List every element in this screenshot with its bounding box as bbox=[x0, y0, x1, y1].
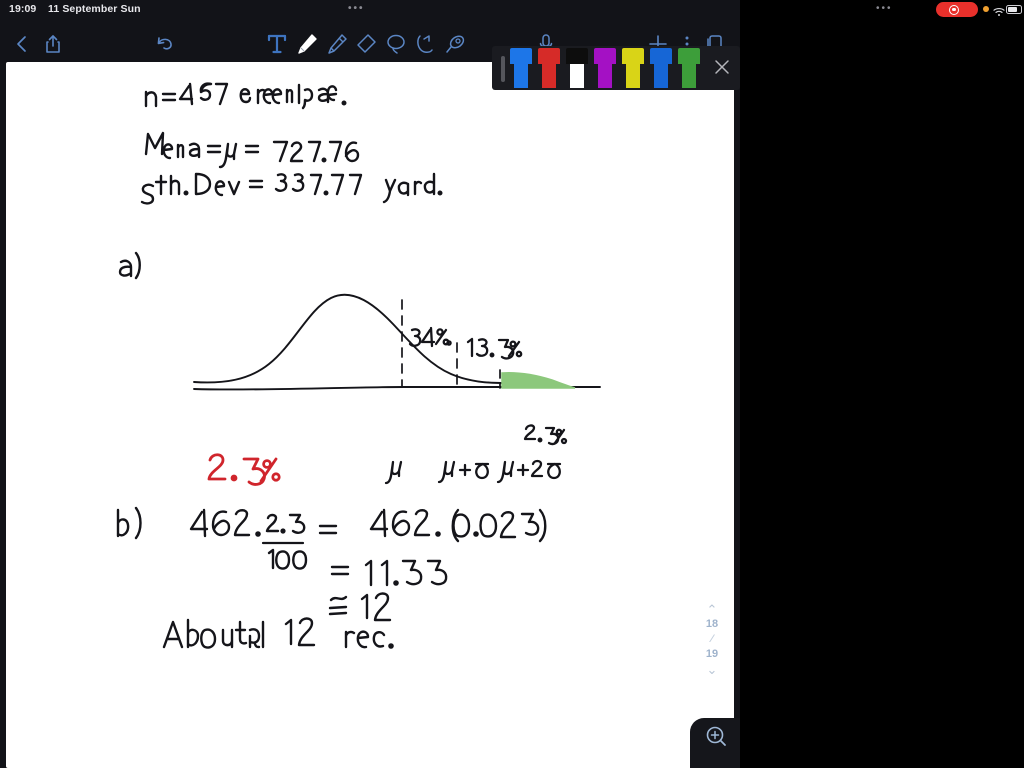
notes-app: 19:09 11 September Sun ••• ⌃ 18 ⁄ 19 ⌄ bbox=[0, 0, 740, 768]
back-arrow-icon[interactable] bbox=[14, 34, 30, 54]
handwriting-strokes bbox=[116, 82, 601, 649]
pen-color-palette[interactable] bbox=[492, 46, 740, 90]
status-time: 19:09 bbox=[9, 3, 37, 15]
pen-swatch-1[interactable] bbox=[538, 48, 560, 88]
privacy-indicator-icon bbox=[983, 6, 989, 12]
note-canvas[interactable]: ⌃ 18 ⁄ 19 ⌄ bbox=[6, 62, 734, 768]
text-tool-icon[interactable] bbox=[266, 32, 288, 56]
wifi-icon bbox=[993, 4, 1005, 22]
highlighter-tool-icon[interactable] bbox=[325, 32, 349, 56]
pen-swatch-2[interactable] bbox=[566, 48, 588, 88]
share-icon[interactable] bbox=[44, 34, 62, 54]
laser-pointer-tool-icon[interactable] bbox=[443, 32, 467, 56]
recording-dot-icon bbox=[952, 7, 956, 12]
eraser-tool-icon[interactable] bbox=[354, 32, 378, 56]
pen-swatch-6[interactable] bbox=[678, 48, 700, 88]
recording-indicator bbox=[936, 2, 978, 17]
calculator-app: ••• 462 · 0.025 11.55 bbox=[740, 0, 1024, 768]
page-current: 18 bbox=[705, 618, 719, 630]
zoom-in-icon[interactable] bbox=[704, 724, 730, 750]
pen-swatch-5[interactable] bbox=[650, 48, 672, 88]
pen-tool-icon[interactable] bbox=[295, 32, 319, 56]
hand-tool-icon[interactable] bbox=[413, 32, 437, 56]
lasso-tool-icon[interactable] bbox=[384, 32, 408, 56]
tablet-screen: 19:09 11 September Sun ••• ⌃ 18 ⁄ 19 ⌄ •… bbox=[0, 0, 1024, 768]
page-slash: ⁄ bbox=[711, 633, 713, 645]
pen-swatch-4[interactable] bbox=[622, 48, 644, 88]
status-date: 11 September Sun bbox=[48, 3, 141, 15]
palette-drag-handle[interactable] bbox=[501, 56, 505, 82]
close-icon[interactable] bbox=[712, 57, 732, 77]
page-navigator[interactable]: ⌃ 18 ⁄ 19 ⌄ bbox=[698, 602, 726, 677]
status-bar: 19:09 11 September Sun ••• bbox=[0, 0, 740, 18]
calculator-status-bar: ••• bbox=[740, 0, 1024, 18]
page-down-chevron[interactable]: ⌄ bbox=[698, 662, 726, 677]
pen-swatch-0[interactable] bbox=[510, 48, 532, 88]
undo-icon[interactable] bbox=[154, 34, 176, 54]
answer-a-stroke bbox=[207, 453, 281, 486]
shaded-tail-region bbox=[501, 372, 576, 389]
calculator-window-grabber[interactable]: ••• bbox=[876, 4, 893, 14]
battery-icon bbox=[1006, 4, 1022, 14]
pen-swatch-3[interactable] bbox=[594, 48, 616, 88]
page-up-chevron[interactable]: ⌃ bbox=[698, 602, 726, 617]
window-grabber[interactable]: ••• bbox=[348, 4, 365, 14]
page-total: 19 bbox=[705, 648, 719, 660]
